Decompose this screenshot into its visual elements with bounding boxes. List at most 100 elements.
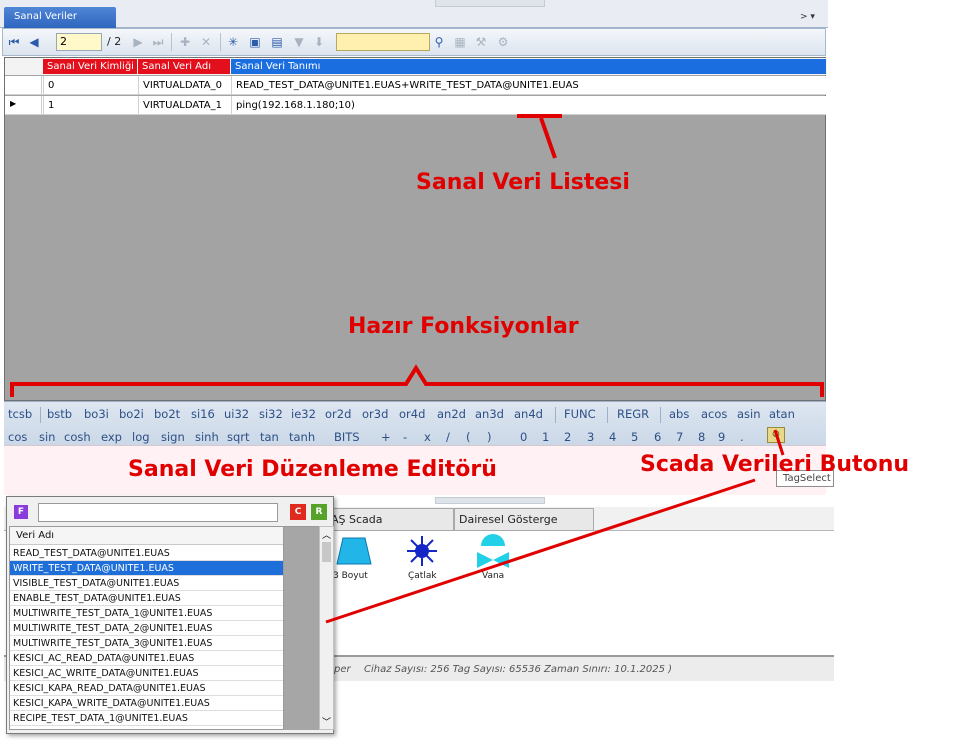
column-header-id[interactable]: Sanal Veri Kimliği: [43, 59, 137, 74]
valve-icon[interactable]: [475, 534, 511, 568]
function-button-si32[interactable]: si32: [259, 407, 283, 421]
delete-icon[interactable]: ✕: [199, 35, 213, 49]
function-button-asin[interactable]: asin: [737, 407, 761, 421]
function-button-an2d[interactable]: an2d: [437, 407, 466, 421]
function-button[interactable]: cos: [8, 430, 27, 444]
list-item[interactable]: KESICI_AC_READ_DATA@UNITE1.EUAS: [10, 651, 283, 666]
function-button[interactable]: -: [403, 430, 407, 444]
function-button-an4d[interactable]: an4d: [514, 407, 543, 421]
table-icon[interactable]: ▦: [453, 35, 467, 49]
list-item[interactable]: KESICI_KAPA_WRITE_DATA@UNITE1.EUAS: [10, 696, 283, 711]
tab-sanal-veriler[interactable]: Sanal Veriler: [4, 7, 116, 28]
popup-search-input[interactable]: [38, 503, 278, 522]
function-button-or2d[interactable]: or2d: [325, 407, 351, 421]
splitter-grip-top[interactable]: [435, 0, 545, 7]
refresh-icon[interactable]: ✳: [226, 35, 240, 49]
function-button[interactable]: sinh: [195, 430, 219, 444]
function-button-ie32[interactable]: ie32: [291, 407, 316, 421]
function-button[interactable]: 6: [654, 430, 661, 444]
row-selector[interactable]: [5, 76, 42, 95]
clear-c-button[interactable]: C: [290, 504, 306, 520]
table-cell[interactable]: ping(192.168.1.180;10): [231, 96, 826, 115]
tools-icon[interactable]: ⚒: [474, 35, 488, 49]
next-page-icon[interactable]: ▶: [131, 35, 145, 49]
first-page-icon[interactable]: ⏮: [7, 35, 21, 49]
filter-icon[interactable]: ▼: [292, 35, 306, 49]
table-row[interactable]: 0 VIRTUALDATA_0 READ_TEST_DATA@UNITE1.EU…: [5, 76, 826, 95]
function-button[interactable]: 1: [542, 430, 549, 444]
scroll-up-icon[interactable]: ︿: [322, 528, 331, 541]
function-button-bo2t[interactable]: bo2t: [154, 407, 180, 421]
add-icon[interactable]: ✚: [178, 35, 192, 49]
column-header-name[interactable]: Sanal Veri Adı: [138, 59, 230, 74]
function-button-bo2i[interactable]: bo2i: [119, 407, 144, 421]
function-button-bstb[interactable]: bstb: [47, 407, 72, 421]
function-button-acos[interactable]: acos: [701, 407, 727, 421]
scroll-down-icon[interactable]: ﹀: [322, 715, 331, 728]
last-page-icon[interactable]: ⏭: [151, 35, 165, 49]
tab-as-scada[interactable]: AŞ Scada: [326, 508, 454, 531]
function-button[interactable]: 0: [520, 430, 527, 444]
list-item[interactable]: ENABLE_TEST_DATA@UNITE1.EUAS: [10, 591, 283, 606]
row-selector[interactable]: ▶: [5, 96, 42, 115]
list-item[interactable]: MULTIWRITE_TEST_DATA_3@UNITE1.EUAS: [10, 636, 283, 651]
table-cell[interactable]: READ_TEST_DATA@UNITE1.EUAS+WRITE_TEST_DA…: [231, 76, 826, 95]
function-button-abs[interactable]: abs: [669, 407, 689, 421]
function-button-si16[interactable]: si16: [191, 407, 215, 421]
function-button[interactable]: log: [132, 430, 150, 444]
tag-select-icon[interactable]: ⊘: [767, 427, 785, 443]
function-button[interactable]: 2: [564, 430, 571, 444]
function-button[interactable]: +: [381, 430, 391, 444]
list-item[interactable]: KESICI_KAPA_READ_DATA@UNITE1.EUAS: [10, 681, 283, 696]
function-button-func[interactable]: FUNC: [564, 407, 596, 421]
function-button[interactable]: sin: [39, 430, 55, 444]
function-button[interactable]: BITS: [334, 430, 360, 444]
table-cell[interactable]: VIRTUALDATA_1: [138, 96, 231, 115]
function-button-or4d[interactable]: or4d: [399, 407, 425, 421]
function-button[interactable]: tanh: [289, 430, 315, 444]
function-button-ui32[interactable]: ui32: [224, 407, 249, 421]
function-button-tcsb[interactable]: tcsb: [8, 407, 32, 421]
function-button[interactable]: .: [740, 430, 744, 444]
function-button-regr[interactable]: REGR: [617, 407, 649, 421]
scroll-thumb[interactable]: [322, 542, 331, 562]
save-icon[interactable]: ▣: [248, 35, 262, 49]
search-input[interactable]: [336, 33, 430, 51]
previous-page-icon[interactable]: ◀: [27, 35, 41, 49]
function-button-an3d[interactable]: an3d: [475, 407, 504, 421]
refresh-r-button[interactable]: R: [311, 504, 327, 520]
crack-icon[interactable]: [405, 534, 439, 568]
table-cell[interactable]: 1: [43, 96, 138, 115]
filter-f-button[interactable]: F: [14, 505, 28, 519]
splitter-grip-middle[interactable]: [435, 497, 545, 504]
list-item[interactable]: MULTIWRITE_TEST_DATA_1@UNITE1.EUAS: [10, 606, 283, 621]
function-button[interactable]: 7: [676, 430, 683, 444]
list-item[interactable]: VISIBLE_TEST_DATA@UNITE1.EUAS: [10, 576, 283, 591]
search-icon[interactable]: ⚲: [432, 35, 446, 49]
function-button[interactable]: sqrt: [227, 430, 250, 444]
list-item[interactable]: RECIPE_TEST_DATA_1@UNITE1.EUAS: [10, 711, 283, 726]
table-row[interactable]: ▶ 1 VIRTUALDATA_1 ping(192.168.1.180;10): [5, 96, 826, 115]
function-button[interactable]: sign: [161, 430, 185, 444]
function-button[interactable]: 4: [609, 430, 616, 444]
list-item[interactable]: WRITE_TEST_DATA@UNITE1.EUAS: [10, 561, 283, 576]
function-button[interactable]: ): [487, 430, 492, 444]
table-cell[interactable]: 0: [43, 76, 138, 95]
function-button[interactable]: /: [446, 430, 450, 444]
tab-dairesel-gosterge[interactable]: Dairesel Gösterge: [454, 508, 594, 531]
function-button-bo3i[interactable]: bo3i: [84, 407, 109, 421]
list-scrollbar[interactable]: ︿ ﹀: [319, 526, 334, 730]
function-button[interactable]: x: [424, 430, 431, 444]
tab-scroll-arrows[interactable]: > ▾: [800, 12, 815, 22]
list-item[interactable]: KESICI_AC_WRITE_DATA@UNITE1.EUAS: [10, 666, 283, 681]
3d-shape-icon[interactable]: [335, 536, 375, 568]
function-button[interactable]: tan: [260, 430, 279, 444]
function-button[interactable]: exp: [101, 430, 122, 444]
function-button[interactable]: (: [466, 430, 471, 444]
column-header-definition[interactable]: Sanal Veri Tanımı: [231, 59, 826, 74]
function-button[interactable]: cosh: [64, 430, 91, 444]
table-cell[interactable]: VIRTUALDATA_0: [138, 76, 231, 95]
function-button[interactable]: 9: [718, 430, 725, 444]
list-item[interactable]: READ_TEST_DATA@UNITE1.EUAS: [10, 546, 283, 561]
function-button[interactable]: 3: [587, 430, 594, 444]
